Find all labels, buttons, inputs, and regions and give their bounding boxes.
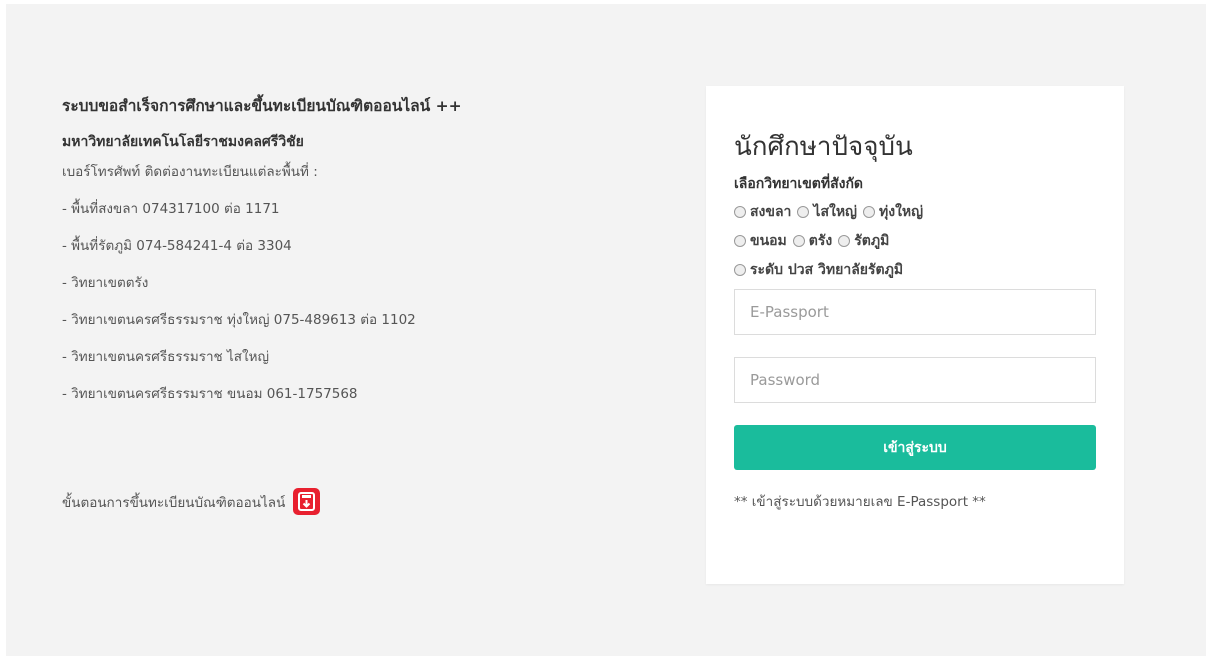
- radio-label: ไสใหญ่: [813, 204, 857, 220]
- radio-sai-yai[interactable]: ไสใหญ่: [797, 202, 857, 222]
- radio-circle-icon[interactable]: [734, 235, 746, 247]
- login-button[interactable]: เข้าสู่ระบบ: [734, 425, 1096, 470]
- login-card: นักศึกษาปัจจุบัน เลือกวิทยาเขตที่สังกัด …: [706, 86, 1124, 584]
- pdf-download-icon: [298, 492, 316, 511]
- radio-pvs-rattaphum[interactable]: ระดับ ปวส วิทยาลัยรัตภูมิ: [734, 260, 903, 280]
- radio-label: ระดับ ปวส วิทยาลัยรัตภูมิ: [750, 262, 904, 278]
- radio-circle-icon[interactable]: [734, 206, 746, 218]
- radio-label: ขนอม: [750, 233, 787, 249]
- contact-songkhla: - พื้นที่สงขลา 074317100 ต่อ 1171: [62, 201, 280, 217]
- radio-circle-icon[interactable]: [734, 264, 746, 276]
- login-form: นักศึกษาปัจจุบัน เลือกวิทยาเขตที่สังกัด …: [734, 130, 1096, 512]
- radio-circle-icon[interactable]: [792, 235, 805, 247]
- contact-rattaphum: - พื้นที่รัตภูมิ 074-584241-4 ต่อ 3304: [62, 238, 292, 254]
- radio-circle-icon[interactable]: [797, 206, 810, 218]
- system-title: ระบบขอสำเร็จการศึกษาและขึ้นทะเบียนบัณฑิต…: [62, 97, 462, 115]
- password-input[interactable]: [734, 357, 1096, 403]
- contact-sai-yai: - วิทยาเขตนครศรีธรรมราช ไสใหญ่: [62, 349, 270, 365]
- page-background: ระบบขอสำเร็จการศึกษาและขึ้นทะเบียนบัณฑิต…: [6, 4, 1206, 656]
- radio-thung-yai[interactable]: ทุ่งใหญ่: [863, 202, 923, 222]
- radio-songkhla[interactable]: สงขลา: [734, 202, 791, 222]
- contact-khanom: - วิทยาเขตนครศรีธรรมราช ขนอม 061-1757568: [62, 386, 358, 402]
- e-passport-input[interactable]: [734, 289, 1096, 335]
- campus-radio-row-1: สงขลา ไสใหญ่ ทุ่งใหญ่: [734, 202, 1096, 222]
- campus-radio-row-3: ระดับ ปวส วิทยาลัยรัตภูมิ: [734, 260, 1096, 280]
- contact-thung-yai: - วิทยาเขตนครศรีธรรมราช ทุ่งใหญ่ 075-489…: [62, 312, 416, 328]
- login-note: ** เข้าสู่ระบบด้วยหมายเลข E-Passport **: [734, 494, 986, 510]
- radio-label: สงขลา: [750, 204, 792, 220]
- phone-heading: เบอร์โทรศัพท์ ติดต่องานทะเบียนแต่ละพื้นท…: [62, 164, 318, 180]
- radio-circle-icon[interactable]: [838, 235, 851, 247]
- campus-label: เลือกวิทยาเขตที่สังกัด: [734, 176, 864, 192]
- registration-steps-label: ขั้นตอนการขึ้นทะเบียนบัณฑิตออนไลน์: [62, 494, 286, 511]
- university-name: มหาวิทยาลัยเทคโนโลยีราชมงคลศรีวิชัย: [62, 134, 304, 150]
- radio-circle-icon[interactable]: [863, 206, 875, 218]
- info-panel: ระบบขอสำเร็จการศึกษาและขึ้นทะเบียนบัณฑิต…: [62, 96, 682, 421]
- login-title: นักศึกษาปัจจุบัน: [734, 132, 913, 162]
- pdf-icon[interactable]: [293, 488, 321, 515]
- radio-label: ทุ่งใหญ่: [879, 204, 924, 220]
- radio-rattaphum[interactable]: รัตภูมิ: [838, 231, 889, 251]
- contact-trang: - วิทยาเขตตรัง: [62, 275, 149, 291]
- registration-steps: ขั้นตอนการขึ้นทะเบียนบัณฑิตออนไลน์: [62, 488, 321, 515]
- radio-trang[interactable]: ตรัง: [792, 231, 833, 251]
- radio-label: ตรัง: [808, 233, 833, 249]
- campus-radio-row-2: ขนอม ตรัง รัตภูมิ: [734, 231, 1096, 251]
- radio-label: รัตภูมิ: [854, 233, 890, 249]
- radio-khanom[interactable]: ขนอม: [734, 231, 787, 251]
